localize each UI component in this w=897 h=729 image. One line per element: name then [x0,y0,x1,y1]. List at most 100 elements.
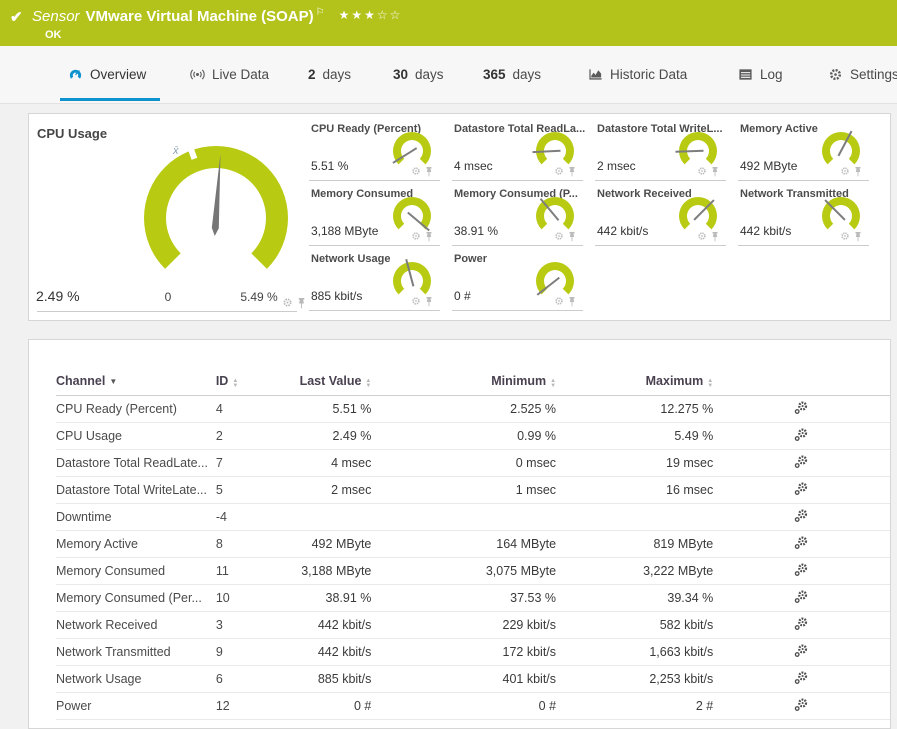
gauge-settings-gear-icon[interactable] [411,296,421,306]
channel-minimum: 172 kbit/s [371,638,557,666]
column-header-minimum[interactable]: Minimum ▲ ▼ [371,368,557,396]
gauge-power: Power 0 # [452,246,583,311]
log-icon [738,67,753,82]
gauge-pin-icon[interactable] [424,166,434,178]
channel-maximum: 5.49 % [556,422,714,450]
channel-minimum: 229 kbit/s [371,611,557,639]
tab-log[interactable]: Log [738,46,783,103]
gauge-title: Memory Active [740,123,818,135]
tab-365-days[interactable]: 365 days [483,46,541,103]
gauge-value: 4 msec [454,159,493,173]
gauge-settings-gear-icon[interactable] [554,166,564,176]
table-row[interactable]: Memory Consumed (Per... 10 38.91 % 37.53… [56,584,890,612]
channel-minimum: 0 # [371,692,557,720]
channel-settings-icon[interactable] [794,643,809,658]
tab-label: Live Data [212,67,270,82]
gauge-value: 492 MByte [740,159,798,173]
tab-2-days[interactable]: 2 days [308,46,351,103]
table-row[interactable]: CPU Usage 2 2.49 % 0.99 % 5.49 % [56,422,890,450]
gauge-settings-gear-icon[interactable] [411,166,421,176]
channel-settings-icon[interactable] [794,670,809,685]
gauge-settings-gear-icon[interactable] [840,231,850,241]
gauge-pin-icon[interactable] [567,166,577,178]
gauge-pin-icon[interactable] [710,231,720,243]
gauge-network-received: Network Received 442 kbit/s [595,181,726,246]
column-header-channel[interactable]: Channel ▼ [56,368,216,396]
divider [37,311,297,312]
broadcast-icon [190,67,205,82]
gauge-memory-consumed: Memory Consumed 3,188 MByte [309,181,440,246]
gauge-settings-gear-icon[interactable] [697,231,707,241]
tab-overview[interactable]: Overview [59,46,161,103]
channel-id: 2 [215,422,300,450]
channel-name: Network Transmitted [56,638,216,666]
table-row[interactable]: Power 12 0 # 0 # 2 # [56,692,890,720]
gauge-pin-icon[interactable] [567,231,577,243]
gauge-scale-max: 5.49 % [240,290,278,304]
channel-settings-icon[interactable] [794,697,809,712]
channel-id: 12 [215,692,300,720]
channel-id: 7 [215,449,300,477]
priority-stars[interactable]: ★★★☆☆ [339,8,403,22]
gauge-settings-gear-icon[interactable] [554,296,564,306]
table-row[interactable]: Datastore Total ReadLate... 7 4 msec 0 m… [56,449,890,477]
gauge-settings-gear-icon[interactable] [840,166,850,176]
channel-settings-icon[interactable] [794,427,809,442]
gauge-pin-icon[interactable] [853,166,863,178]
gauge-datastore-write: Datastore Total WriteL... 2 msec [595,116,726,181]
sort-desc-icon: ▼ [109,377,118,387]
table-row[interactable]: Network Usage 6 885 kbit/s 401 kbit/s 2,… [56,665,890,693]
table-row[interactable]: CPU Ready (Percent) 4 5.51 % 2.525 % 12.… [56,395,890,423]
sensor-status-badge: OK [45,29,62,41]
channel-maximum: 819 MByte [556,530,714,558]
table-row[interactable]: Network Transmitted 9 442 kbit/s 172 kbi… [56,638,890,666]
gauge-settings-gear-icon[interactable] [282,297,293,308]
channel-id: 6 [215,665,300,693]
channel-last-value: 2 msec [299,476,372,504]
channel-settings-icon[interactable] [794,454,809,469]
gauge-pin-icon[interactable] [567,296,577,308]
gauge-pin-icon[interactable] [296,297,307,310]
gauge-settings-gear-icon[interactable] [697,166,707,176]
table-row[interactable]: Memory Consumed 11 3,188 MByte 3,075 MBy… [56,557,890,585]
channel-settings-icon[interactable] [794,400,809,415]
average-marker-label: x̄ [172,145,179,157]
table-row[interactable]: Network Received 3 442 kbit/s 229 kbit/s… [56,611,890,639]
tab-settings[interactable]: Settings [828,46,897,103]
tab-live-data[interactable]: Live Data [190,46,269,103]
gauge-pin-icon[interactable] [710,166,720,178]
channel-settings-icon[interactable] [794,616,809,631]
gear-icon [828,67,843,82]
channel-name: Memory Consumed (Per... [56,584,216,612]
channel-settings-icon[interactable] [794,562,809,577]
gauges-panel: CPU Usage x̄ 2.49 % 0 5.49 % CPU Ready (… [28,113,891,321]
gauge-value: 442 kbit/s [740,224,792,238]
gauge-value: 442 kbit/s [597,224,649,238]
table-row[interactable]: Downtime -4 [56,503,890,531]
channel-name: Network Received [56,611,216,639]
gauge-title: Power [454,253,488,265]
table-row[interactable]: Datastore Total WriteLate... 5 2 msec 1 … [56,476,890,504]
gauge-pin-icon[interactable] [424,231,434,243]
priority-flag-icon[interactable]: ⚐ [316,7,325,18]
channel-name: Memory Consumed [56,557,216,585]
column-header-last-value[interactable]: Last Value ▲ ▼ [299,368,372,396]
channel-settings-icon[interactable] [794,589,809,604]
gauge-pin-icon[interactable] [853,231,863,243]
channel-settings-icon[interactable] [794,481,809,496]
gauge-settings-gear-icon[interactable] [411,231,421,241]
column-header-maximum[interactable]: Maximum ▲ ▼ [556,368,714,396]
channel-settings-icon[interactable] [794,535,809,550]
tab-label: Settings [850,67,897,82]
channel-minimum: 164 MByte [371,530,557,558]
channel-id: 4 [215,395,300,423]
gauge-pin-icon[interactable] [424,296,434,308]
channel-maximum: 2,253 kbit/s [556,665,714,693]
channel-settings-icon[interactable] [794,508,809,523]
tab-historic-data[interactable]: Historic Data [588,46,687,103]
channel-last-value: 5.51 % [299,395,372,423]
column-header-id[interactable]: ID ▲ ▼ [215,368,300,396]
tab-30-days[interactable]: 30 days [393,46,444,103]
gauge-settings-gear-icon[interactable] [554,231,564,241]
table-row[interactable]: Memory Active 8 492 MByte 164 MByte 819 … [56,530,890,558]
